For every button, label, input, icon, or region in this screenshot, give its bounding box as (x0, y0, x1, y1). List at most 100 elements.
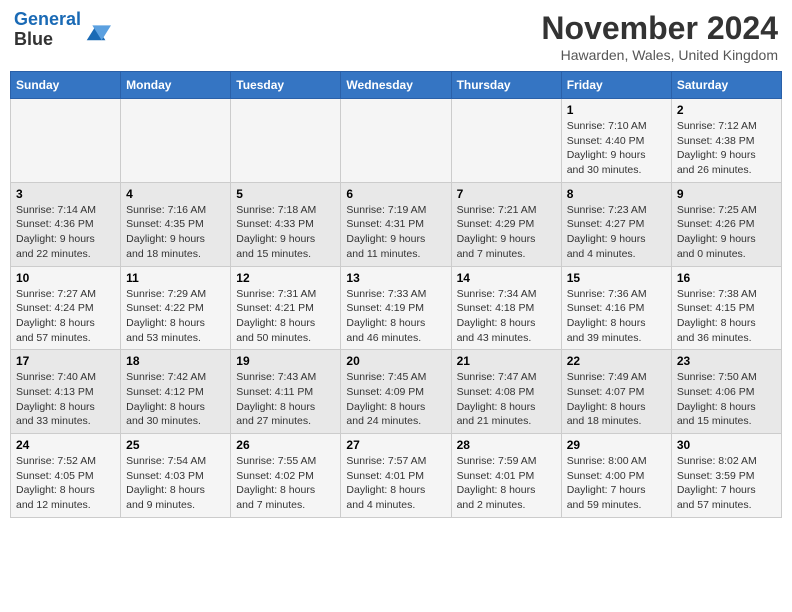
day-number: 7 (457, 187, 556, 201)
day-info: Sunrise: 7:36 AM Sunset: 4:16 PM Dayligh… (567, 287, 666, 346)
day-number: 29 (567, 438, 666, 452)
calendar-cell: 29Sunrise: 8:00 AM Sunset: 4:00 PM Dayli… (561, 434, 671, 518)
calendar-cell: 28Sunrise: 7:59 AM Sunset: 4:01 PM Dayli… (451, 434, 561, 518)
calendar-body: 1 Sunrise: 7:10 AM Sunset: 4:40 PM Daylig… (11, 99, 782, 518)
day-info: Sunrise: 7:49 AM Sunset: 4:07 PM Dayligh… (567, 370, 666, 429)
weekday-header-cell: Tuesday (231, 72, 341, 99)
calendar-cell: 10 Sunrise: 7:27 AM Sunset: 4:24 PM Dayli… (11, 266, 121, 350)
calendar-cell: 24 Sunrise: 7:52 AM Sunset: 4:05 PM Dayli… (11, 434, 121, 518)
calendar-cell: 15Sunrise: 7:36 AM Sunset: 4:16 PM Dayli… (561, 266, 671, 350)
day-info: Sunrise: 7:40 AM Sunset: 4:13 PM Dayligh… (16, 370, 115, 429)
calendar-cell: 6Sunrise: 7:19 AM Sunset: 4:31 PM Daylig… (341, 182, 451, 266)
page-header: GeneralBlue November 2024 Hawarden, Wale… (10, 10, 782, 63)
day-number: 6 (346, 187, 445, 201)
day-number: 11 (126, 271, 225, 285)
calendar-cell (121, 99, 231, 183)
calendar-cell: 26 Sunrise: 7:55 AM Sunset: 4:02 PM Dayli… (231, 434, 341, 518)
day-info: Sunrise: 8:02 AM Sunset: 3:59 PM Dayligh… (677, 454, 776, 513)
calendar-week-row: 24 Sunrise: 7:52 AM Sunset: 4:05 PM Dayli… (11, 434, 782, 518)
calendar-cell: 30 Sunrise: 8:02 AM Sunset: 3:59 PM Dayli… (671, 434, 781, 518)
calendar-cell: 3 Sunrise: 7:14 AM Sunset: 4:36 PM Daylig… (11, 182, 121, 266)
weekday-header-cell: Wednesday (341, 72, 451, 99)
day-number: 17 (16, 354, 115, 368)
day-info: Sunrise: 7:16 AM Sunset: 4:35 PM Dayligh… (126, 203, 225, 262)
day-info: Sunrise: 7:25 AM Sunset: 4:26 PM Dayligh… (677, 203, 776, 262)
day-info: Sunrise: 7:21 AM Sunset: 4:29 PM Dayligh… (457, 203, 556, 262)
day-number: 24 (16, 438, 115, 452)
day-info: Sunrise: 7:55 AM Sunset: 4:02 PM Dayligh… (236, 454, 335, 513)
day-info: Sunrise: 7:23 AM Sunset: 4:27 PM Dayligh… (567, 203, 666, 262)
calendar-cell: 4 Sunrise: 7:16 AM Sunset: 4:35 PM Daylig… (121, 182, 231, 266)
calendar-cell: 5 Sunrise: 7:18 AM Sunset: 4:33 PM Daylig… (231, 182, 341, 266)
calendar-cell (341, 99, 451, 183)
calendar-cell (231, 99, 341, 183)
day-number: 2 (677, 103, 776, 117)
day-info: Sunrise: 7:33 AM Sunset: 4:19 PM Dayligh… (346, 287, 445, 346)
day-number: 30 (677, 438, 776, 452)
day-number: 18 (126, 354, 225, 368)
calendar-cell: 7 Sunrise: 7:21 AM Sunset: 4:29 PM Daylig… (451, 182, 561, 266)
logo: GeneralBlue (14, 10, 111, 50)
calendar-cell: 23Sunrise: 7:50 AM Sunset: 4:06 PM Dayli… (671, 350, 781, 434)
day-info: Sunrise: 7:14 AM Sunset: 4:36 PM Dayligh… (16, 203, 115, 262)
day-info: Sunrise: 7:29 AM Sunset: 4:22 PM Dayligh… (126, 287, 225, 346)
day-number: 25 (126, 438, 225, 452)
title-block: November 2024 Hawarden, Wales, United Ki… (541, 10, 778, 63)
day-number: 3 (16, 187, 115, 201)
day-info: Sunrise: 7:43 AM Sunset: 4:11 PM Dayligh… (236, 370, 335, 429)
calendar-cell: 16 Sunrise: 7:38 AM Sunset: 4:15 PM Dayli… (671, 266, 781, 350)
calendar-cell: 11 Sunrise: 7:29 AM Sunset: 4:22 PM Dayli… (121, 266, 231, 350)
weekday-header-cell: Friday (561, 72, 671, 99)
day-number: 13 (346, 271, 445, 285)
logo-text: GeneralBlue (14, 10, 81, 50)
calendar-week-row: 1 Sunrise: 7:10 AM Sunset: 4:40 PM Daylig… (11, 99, 782, 183)
day-info: Sunrise: 7:52 AM Sunset: 4:05 PM Dayligh… (16, 454, 115, 513)
main-title: November 2024 (541, 10, 778, 47)
day-number: 16 (677, 271, 776, 285)
calendar-cell: 1 Sunrise: 7:10 AM Sunset: 4:40 PM Daylig… (561, 99, 671, 183)
calendar-table: SundayMondayTuesdayWednesdayThursdayFrid… (10, 71, 782, 518)
day-number: 26 (236, 438, 335, 452)
day-number: 20 (346, 354, 445, 368)
day-info: Sunrise: 7:57 AM Sunset: 4:01 PM Dayligh… (346, 454, 445, 513)
calendar-cell: 8 Sunrise: 7:23 AM Sunset: 4:27 PM Daylig… (561, 182, 671, 266)
day-info: Sunrise: 7:27 AM Sunset: 4:24 PM Dayligh… (16, 287, 115, 346)
day-info: Sunrise: 7:18 AM Sunset: 4:33 PM Dayligh… (236, 203, 335, 262)
calendar-cell: 2Sunrise: 7:12 AM Sunset: 4:38 PM Daylig… (671, 99, 781, 183)
calendar-cell: 17 Sunrise: 7:40 AM Sunset: 4:13 PM Dayli… (11, 350, 121, 434)
weekday-header-cell: Saturday (671, 72, 781, 99)
weekday-header-cell: Thursday (451, 72, 561, 99)
day-info: Sunrise: 7:38 AM Sunset: 4:15 PM Dayligh… (677, 287, 776, 346)
weekday-header-cell: Sunday (11, 72, 121, 99)
calendar-week-row: 10 Sunrise: 7:27 AM Sunset: 4:24 PM Dayli… (11, 266, 782, 350)
day-info: Sunrise: 7:45 AM Sunset: 4:09 PM Dayligh… (346, 370, 445, 429)
day-info: Sunrise: 7:34 AM Sunset: 4:18 PM Dayligh… (457, 287, 556, 346)
day-number: 22 (567, 354, 666, 368)
day-number: 12 (236, 271, 335, 285)
day-number: 9 (677, 187, 776, 201)
day-number: 21 (457, 354, 556, 368)
day-number: 1 (567, 103, 666, 117)
day-number: 23 (677, 354, 776, 368)
calendar-cell (11, 99, 121, 183)
calendar-cell: 19Sunrise: 7:43 AM Sunset: 4:11 PM Dayli… (231, 350, 341, 434)
calendar-cell: 22 Sunrise: 7:49 AM Sunset: 4:07 PM Dayli… (561, 350, 671, 434)
calendar-cell: 25Sunrise: 7:54 AM Sunset: 4:03 PM Dayli… (121, 434, 231, 518)
day-number: 4 (126, 187, 225, 201)
calendar-week-row: 3 Sunrise: 7:14 AM Sunset: 4:36 PM Daylig… (11, 182, 782, 266)
day-info: Sunrise: 7:10 AM Sunset: 4:40 PM Dayligh… (567, 119, 666, 178)
calendar-cell: 27Sunrise: 7:57 AM Sunset: 4:01 PM Dayli… (341, 434, 451, 518)
day-number: 10 (16, 271, 115, 285)
day-number: 8 (567, 187, 666, 201)
day-number: 14 (457, 271, 556, 285)
calendar-cell: 12Sunrise: 7:31 AM Sunset: 4:21 PM Dayli… (231, 266, 341, 350)
calendar-week-row: 17 Sunrise: 7:40 AM Sunset: 4:13 PM Dayli… (11, 350, 782, 434)
day-info: Sunrise: 7:59 AM Sunset: 4:01 PM Dayligh… (457, 454, 556, 513)
day-info: Sunrise: 7:42 AM Sunset: 4:12 PM Dayligh… (126, 370, 225, 429)
subtitle: Hawarden, Wales, United Kingdom (541, 47, 778, 63)
calendar-cell: 20 Sunrise: 7:45 AM Sunset: 4:09 PM Dayli… (341, 350, 451, 434)
logo-icon (83, 16, 111, 44)
weekday-header-row: SundayMondayTuesdayWednesdayThursdayFrid… (11, 72, 782, 99)
day-number: 5 (236, 187, 335, 201)
calendar-cell: 21Sunrise: 7:47 AM Sunset: 4:08 PM Dayli… (451, 350, 561, 434)
